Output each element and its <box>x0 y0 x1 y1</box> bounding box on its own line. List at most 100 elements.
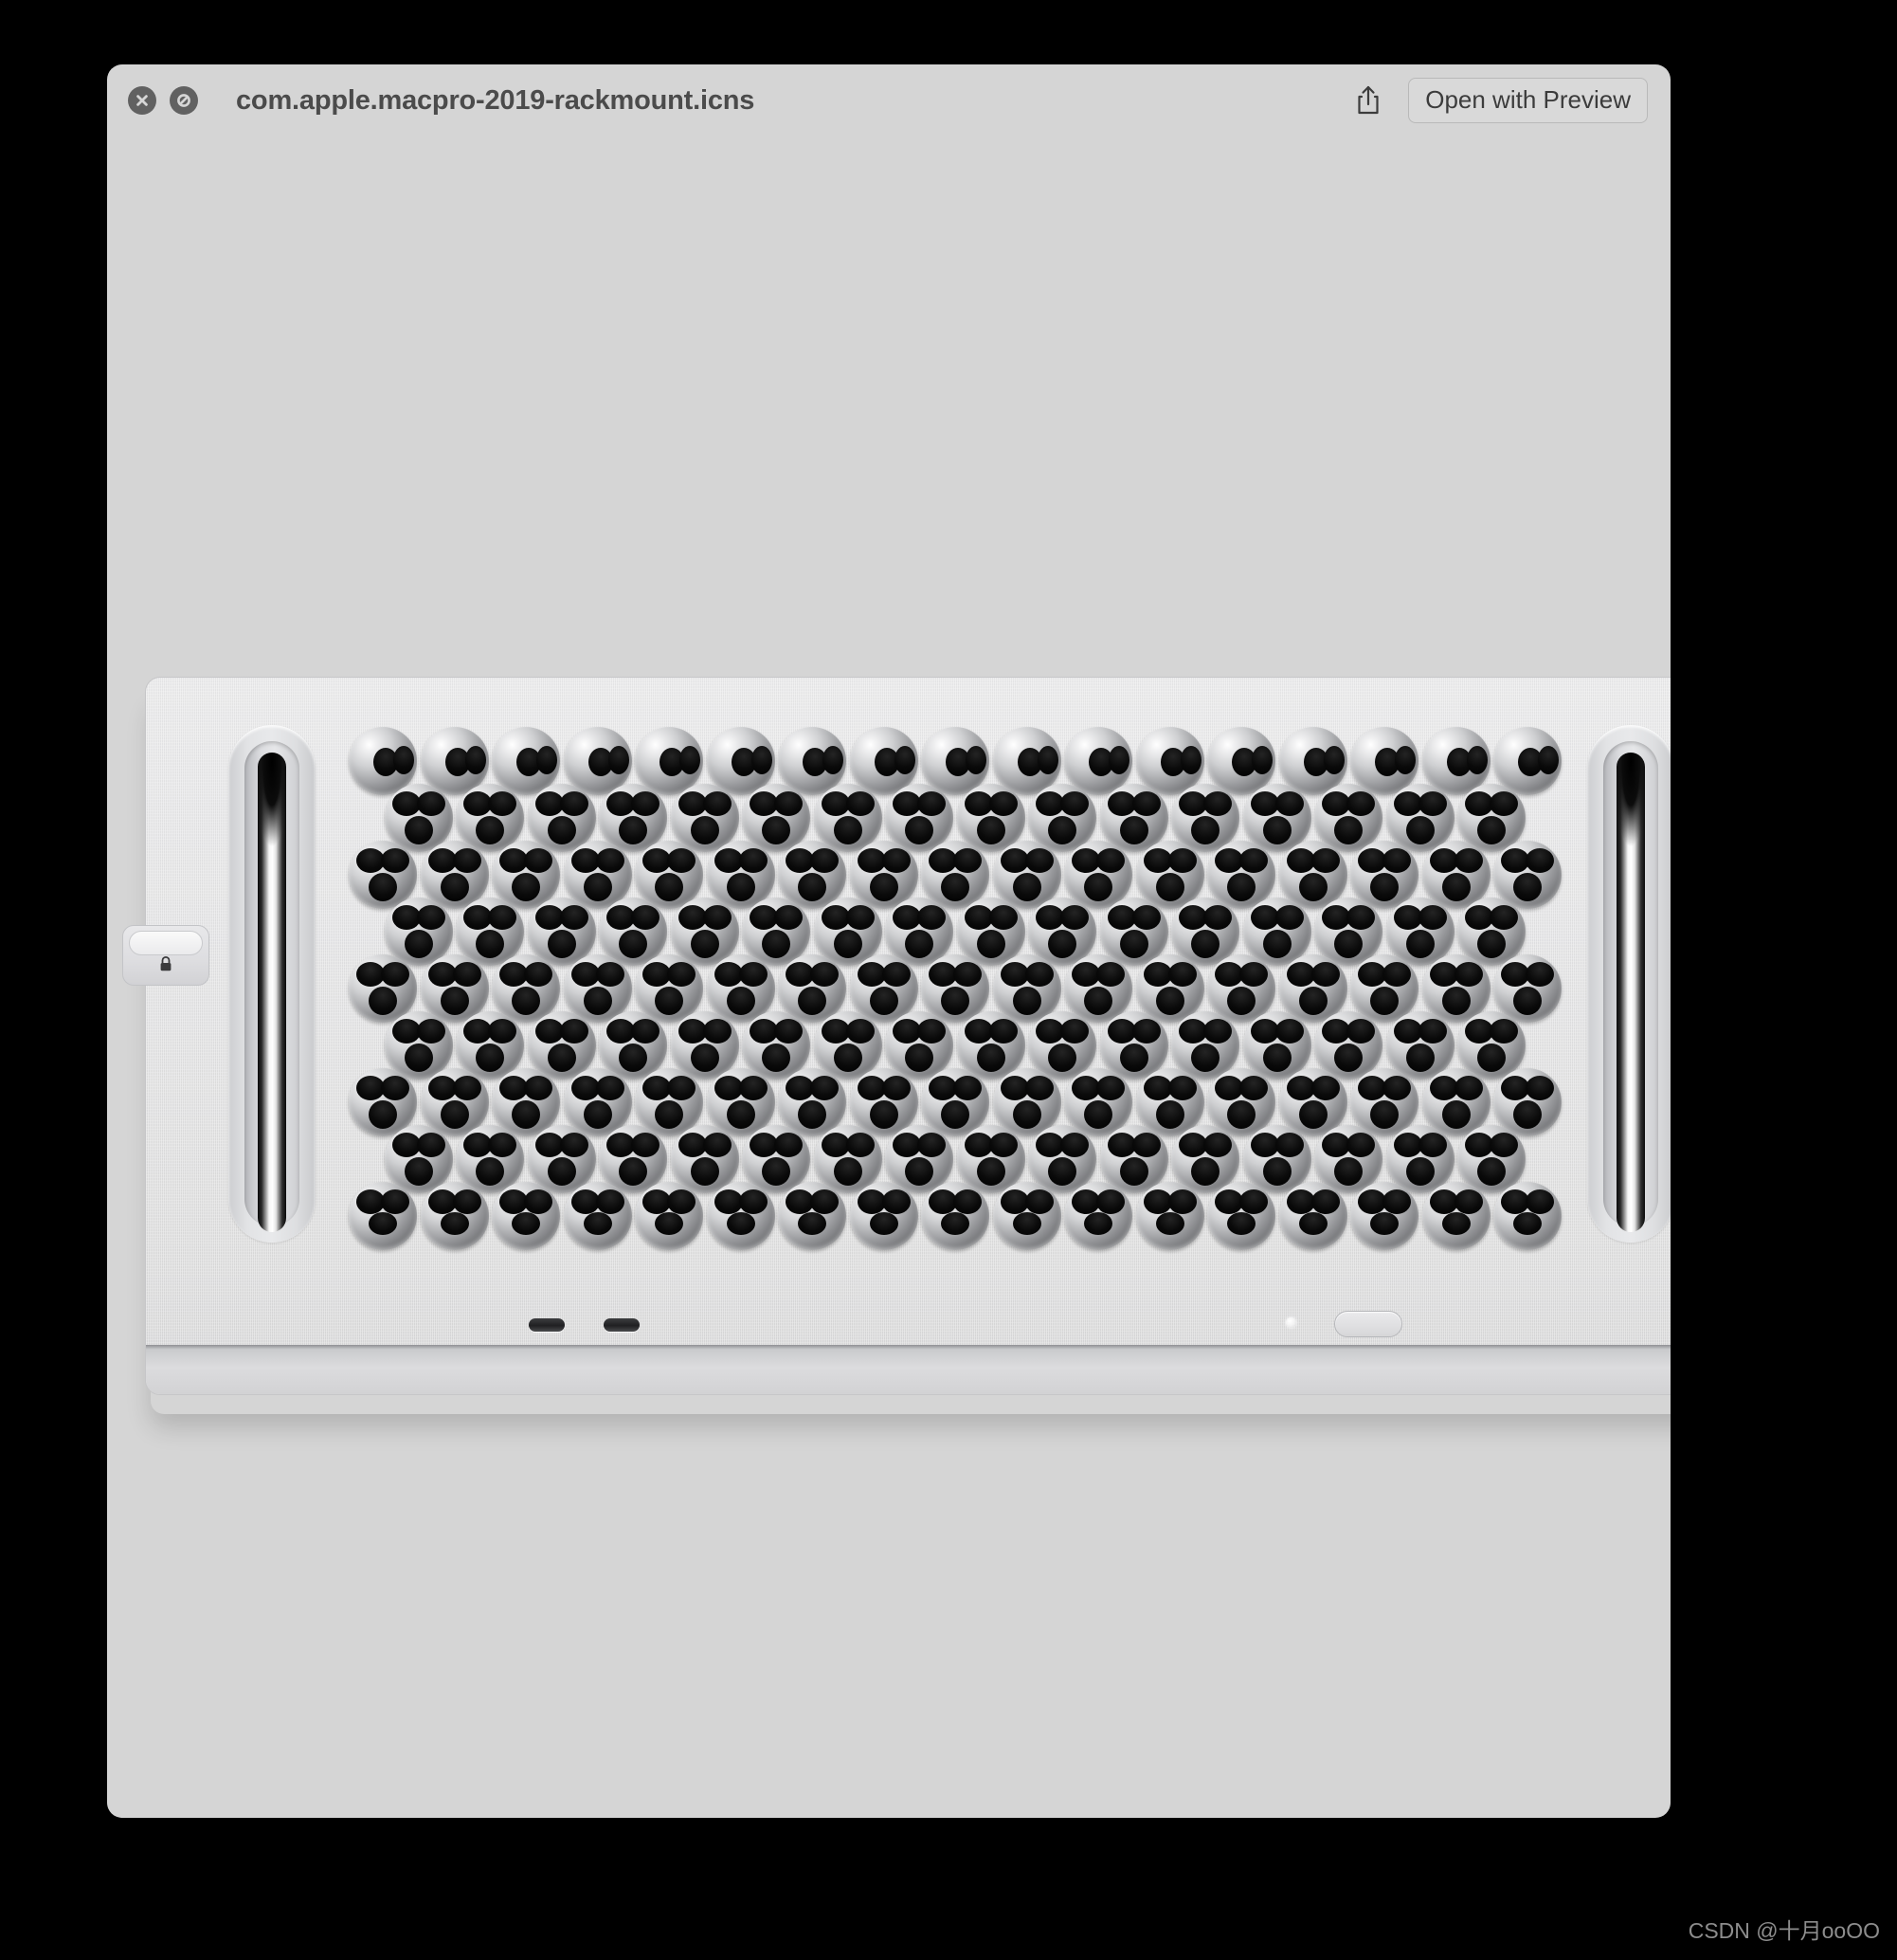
lattice-lobe <box>1109 746 1129 774</box>
lattice-lobe <box>452 1076 481 1100</box>
titlebar-right-controls: Open with Preview <box>1349 78 1648 123</box>
lattice-lobe <box>1037 746 1058 774</box>
lattice-lobe <box>894 746 915 774</box>
quicklook-window: com.apple.macpro-2019-rackmount.icns Ope… <box>107 64 1671 1818</box>
lattice-lobe <box>1310 848 1340 873</box>
no-entry-icon[interactable] <box>170 86 198 115</box>
lattice-lobe <box>559 1133 588 1157</box>
lattice-lobe <box>452 848 481 873</box>
lattice-lobe <box>381 1189 409 1214</box>
lattice-lobe <box>702 1019 732 1044</box>
lattice-lobe <box>416 905 445 930</box>
lattice-lobe <box>559 791 588 816</box>
close-icon[interactable] <box>128 86 156 115</box>
lattice-lobe <box>750 746 772 774</box>
lattice-lobe <box>393 746 414 774</box>
handle-slot-left-void <box>258 753 286 1232</box>
lattice-lobe <box>1131 1019 1161 1044</box>
lattice-lobe <box>1274 1133 1304 1157</box>
lattice-lobe <box>1096 1189 1125 1214</box>
lattice-lobe <box>953 962 982 987</box>
lattice-lobe <box>845 1133 875 1157</box>
status-led <box>1286 1317 1296 1328</box>
lattice-lobe <box>667 848 696 873</box>
lattice-hole <box>1421 1182 1490 1250</box>
macpro-rackmount-illustration <box>122 677 1671 1425</box>
lattice-lobe <box>524 1189 552 1214</box>
lattice-lobe <box>726 1212 755 1235</box>
lattice-lobe <box>917 1133 947 1157</box>
handle-slot-right-void <box>1617 753 1645 1232</box>
lattice-lobe <box>1323 746 1345 774</box>
lattice-lobe <box>631 1019 660 1044</box>
lattice-lobe <box>1131 1133 1161 1157</box>
lattice-lobe <box>1382 848 1411 873</box>
lattice-lobe <box>381 1076 409 1100</box>
lattice-hole <box>635 1182 703 1250</box>
lattice-lobe <box>810 848 839 873</box>
lattice-grid <box>349 727 1562 1250</box>
watermark: CSDN @十月ooOO <box>1688 1918 1880 1943</box>
lattice-lobe <box>488 1019 517 1044</box>
lattice-lobe <box>1227 1212 1256 1235</box>
lattice-lobe <box>655 1212 683 1235</box>
lattice-lobe <box>917 905 947 930</box>
lattice-lobe <box>488 905 517 930</box>
lattice-hole <box>849 1182 918 1250</box>
lattice-lobe <box>1203 1019 1233 1044</box>
lattice-lobe <box>953 848 982 873</box>
lattice-lobe <box>524 1076 552 1100</box>
lattice-lobe <box>1346 791 1376 816</box>
lattice-lobe <box>1203 1133 1233 1157</box>
power-button[interactable] <box>1334 1311 1402 1337</box>
lattice-lobe <box>738 848 768 873</box>
handle-slot-left[interactable] <box>228 725 316 1243</box>
lock-latch-left[interactable] <box>122 925 209 986</box>
lattice-lobe <box>381 848 409 873</box>
lattice-lobe <box>416 791 445 816</box>
lattice-lobe <box>798 1212 826 1235</box>
page-title: com.apple.macpro-2019-rackmount.icns <box>236 84 755 116</box>
lattice-lobe <box>1418 791 1447 816</box>
share-icon[interactable] <box>1349 81 1387 120</box>
lattice-lobe <box>524 962 552 987</box>
lattice-hole <box>349 1182 417 1250</box>
lattice-lobe <box>988 791 1018 816</box>
lattice-lobe <box>1060 791 1090 816</box>
lattice-lobe <box>1346 1019 1376 1044</box>
lattice-lobe <box>595 1189 624 1214</box>
lattice-lobe <box>583 1212 612 1235</box>
lattice-lobe <box>1526 848 1554 873</box>
lattice-lobe <box>1084 1212 1112 1235</box>
lattice-lobe <box>702 1133 732 1157</box>
lattice-lobe <box>966 746 986 774</box>
handle-slot-left-inner <box>244 741 299 1232</box>
lattice-lobe <box>464 746 486 774</box>
handle-slot-right[interactable] <box>1587 725 1671 1243</box>
lock-latch-left-tab <box>129 931 203 955</box>
lattice-lobe <box>1155 1212 1184 1235</box>
lattice-lobe <box>631 791 660 816</box>
lattice-lobe <box>1454 962 1483 987</box>
lattice-lobe <box>1490 1019 1519 1044</box>
chassis-body <box>145 677 1671 1395</box>
lattice-lobe <box>1454 848 1483 873</box>
lattice-lobe <box>774 1133 804 1157</box>
lattice-lobe <box>1060 1019 1090 1044</box>
usb-c-port-2 <box>604 1318 640 1332</box>
lattice-hole <box>706 1182 775 1250</box>
open-with-preview-button[interactable]: Open with Preview <box>1408 78 1648 123</box>
lattice-lobe <box>595 848 624 873</box>
preview-content-area <box>107 136 1671 1818</box>
handle-slot-right-inner <box>1603 741 1658 1232</box>
lattice-lobe <box>1131 791 1161 816</box>
lattice-lobe <box>845 1019 875 1044</box>
lattice-hole <box>1135 1182 1204 1250</box>
lattice-lobe <box>452 1189 481 1214</box>
lattice-lobe <box>416 1019 445 1044</box>
lattice-lobe <box>1203 905 1233 930</box>
lattice-lobe <box>1382 962 1411 987</box>
titlebar-left-controls: com.apple.macpro-2019-rackmount.icns <box>128 85 754 117</box>
lattice-lobe <box>917 791 947 816</box>
lattice-lobe <box>822 746 843 774</box>
